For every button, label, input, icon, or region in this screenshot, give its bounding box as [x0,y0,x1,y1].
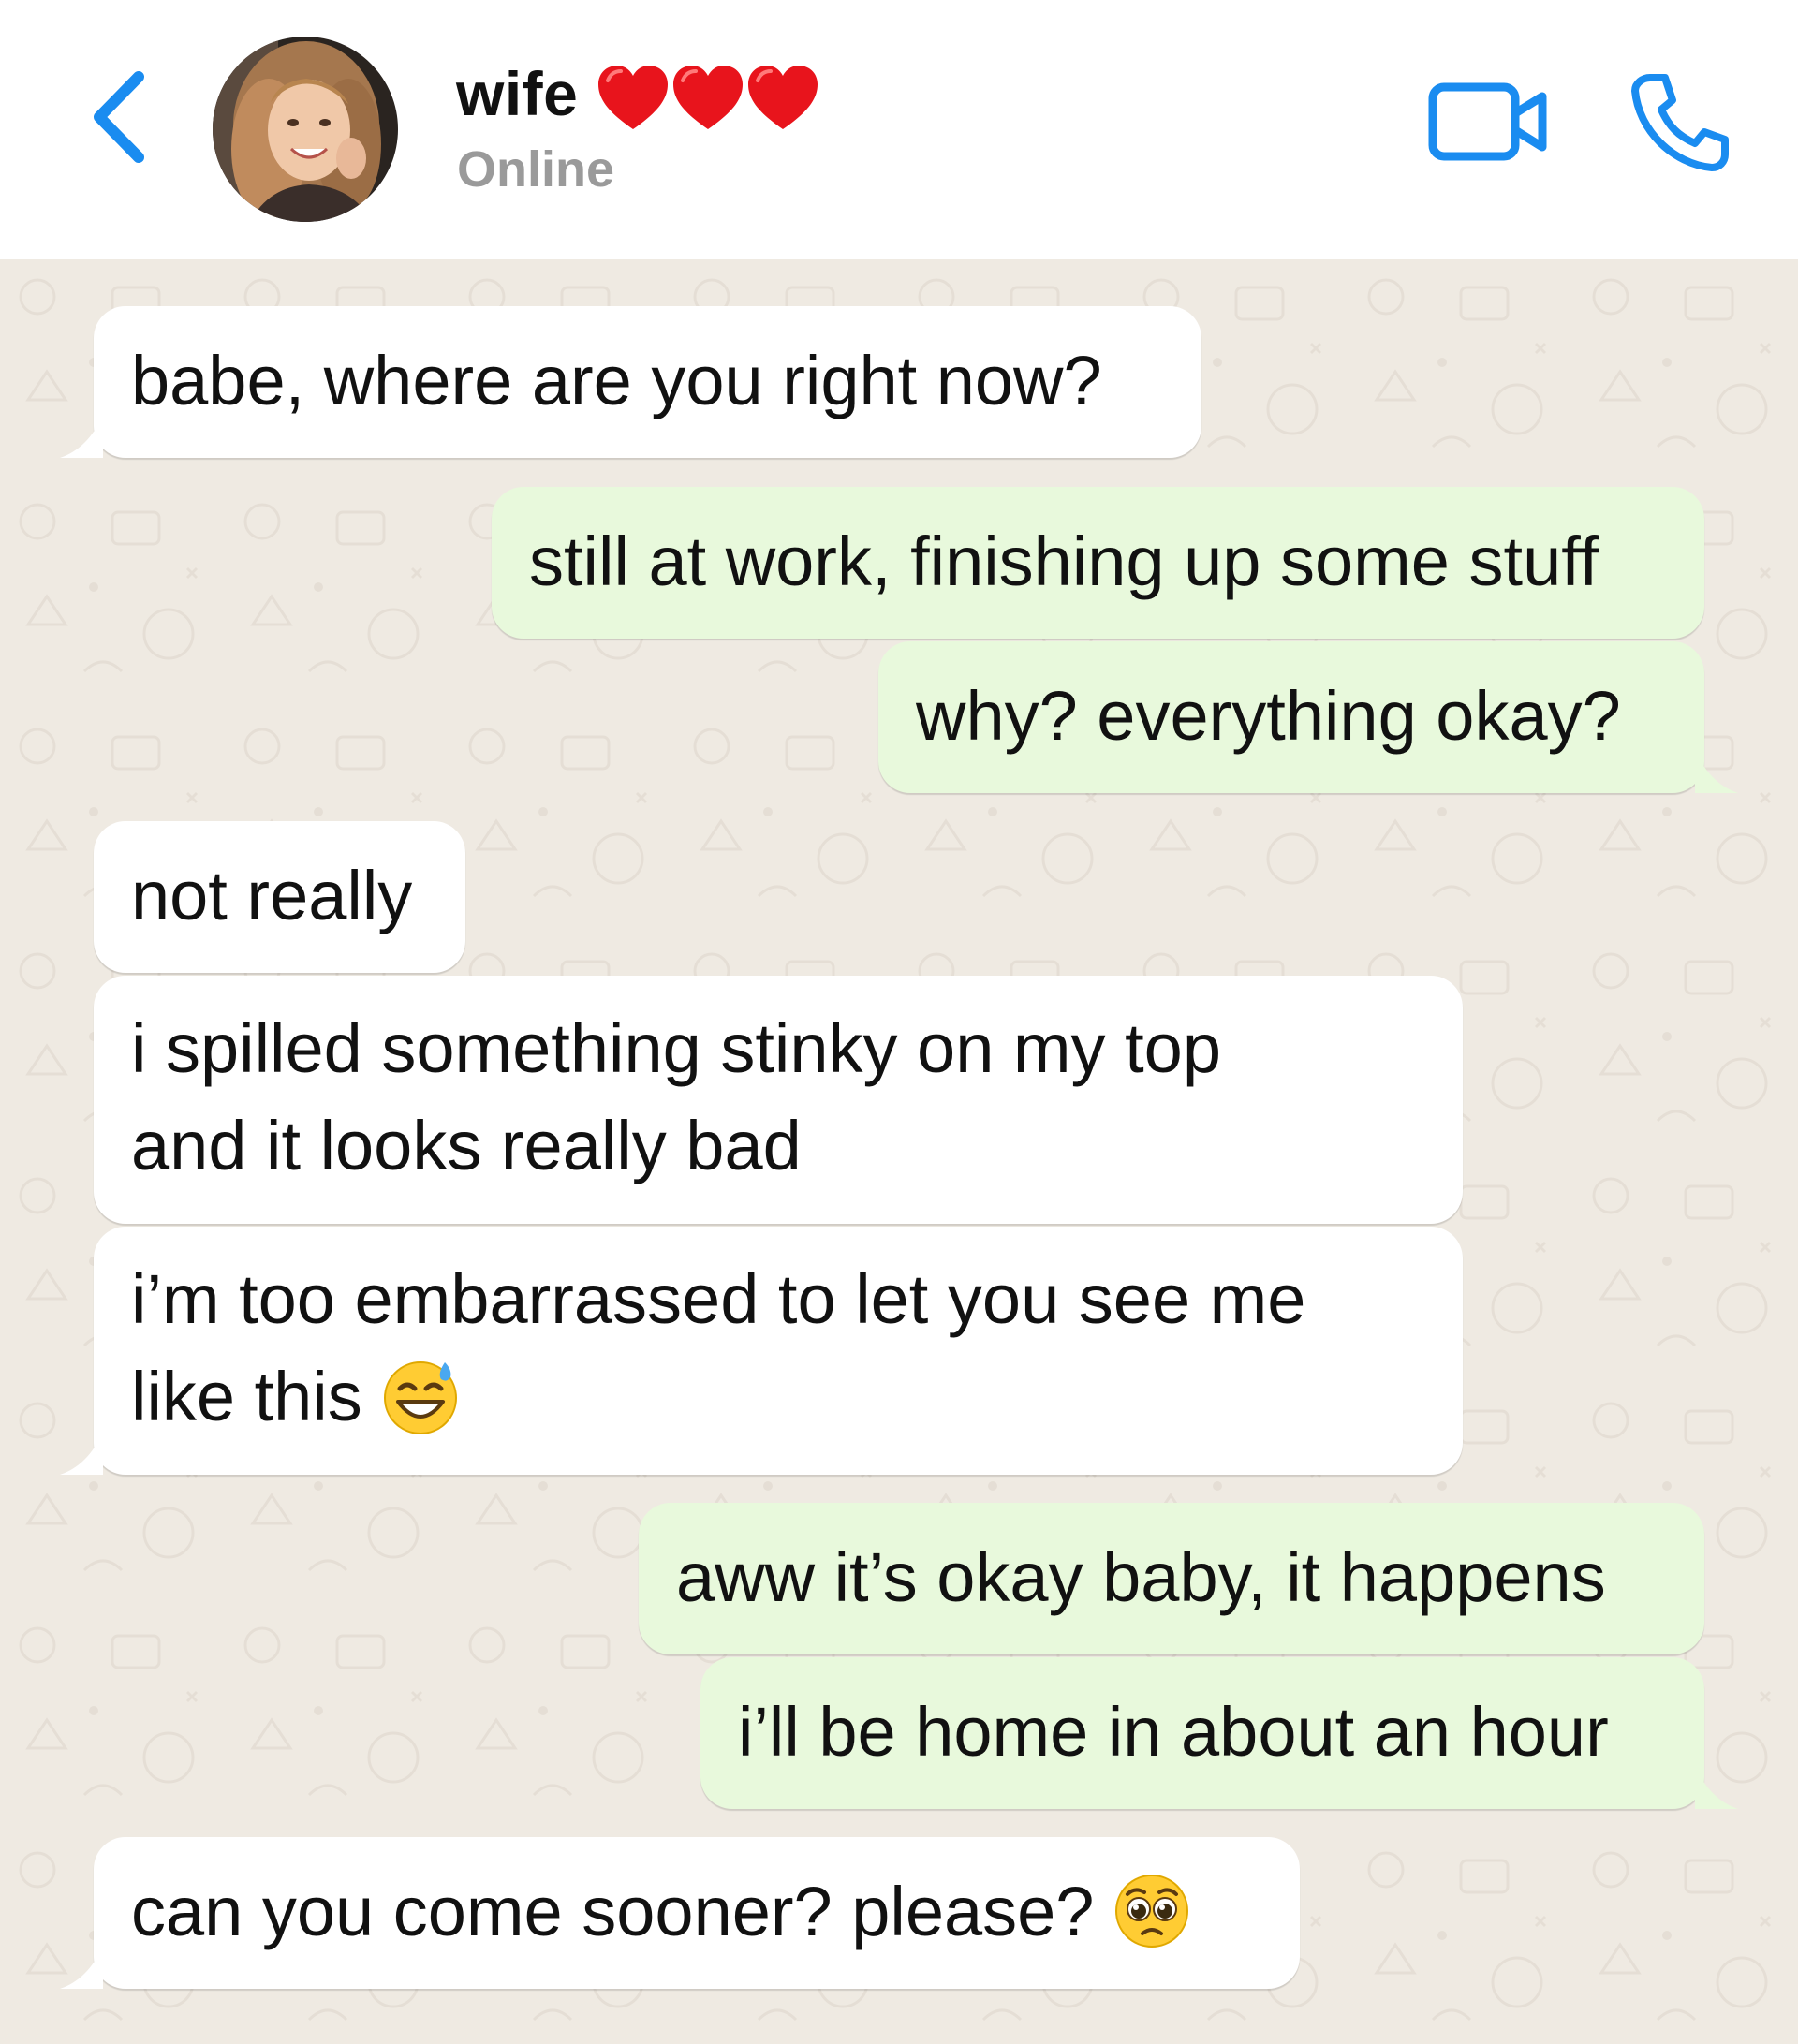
avatar[interactable] [213,37,398,222]
contact-status: Online [457,141,615,198]
bubble-tail [60,415,103,458]
phone-icon [1631,74,1729,171]
message-bubble-incoming[interactable]: babe, where are you right now? [60,306,1201,458]
message-text: not really [131,857,413,934]
bubble-tail [60,1432,103,1475]
message-bubble-outgoing[interactable]: i’ll be home in about an hour [700,1657,1738,1809]
voice-call-button[interactable] [1629,70,1732,173]
message-bubble-incoming[interactable]: i spilled something stinky on my top and… [94,976,1463,1224]
message-text: why? everything okay? [916,677,1621,755]
video-camera-icon [1428,82,1547,161]
message-text-line: i spilled something stinky on my top [131,1009,1221,1087]
message-bubble-incoming[interactable]: i’m too embarrassed to let you see me li… [60,1227,1463,1475]
chat-area[interactable]: babe, where are you right now? still at … [0,259,1798,2044]
message-text: like this [131,1358,362,1435]
bubble-tail [1695,1766,1738,1809]
bubble-tail [1695,750,1738,793]
back-button[interactable] [82,66,157,169]
message-text-line: i’m too embarrassed to let you see me [131,1260,1306,1338]
message-text-line: like this [131,1348,1425,1446]
message-bubble-outgoing[interactable]: why? everything okay? [878,641,1738,793]
bubble-tail [60,1946,103,1989]
message-bubble-outgoing[interactable]: still at work, finishing up some stuff [492,487,1704,639]
message-text: can you come sooner? please? [131,1873,1095,1950]
pleading-face-emoji [1111,1870,1193,1952]
message-text: still at work, finishing up some stuff [529,522,1599,600]
video-call-button[interactable] [1428,80,1550,164]
message-bubble-incoming[interactable]: not really [94,821,465,973]
chat-header: wife Online [0,0,1798,259]
message-text-line: and it looks really bad [131,1107,802,1184]
message-bubble-outgoing[interactable]: aww it’s okay baby, it happens [639,1503,1704,1654]
message-bubble-incoming[interactable]: can you come sooner? please? [60,1837,1300,1989]
red-heart-icon [744,60,821,137]
contact-name-row[interactable]: wife [456,51,819,136]
hearts-decoration [595,60,819,137]
contact-name: wife [456,59,579,128]
red-heart-icon [595,60,671,137]
red-heart-icon [670,60,746,137]
message-text: aww it’s okay baby, it happens [676,1538,1606,1616]
message-text: i’ll be home in about an hour [738,1693,1609,1771]
grinning-sweat-emoji [379,1355,462,1437]
chevron-left-icon [94,71,144,163]
message-text: babe, where are you right now? [131,342,1102,419]
